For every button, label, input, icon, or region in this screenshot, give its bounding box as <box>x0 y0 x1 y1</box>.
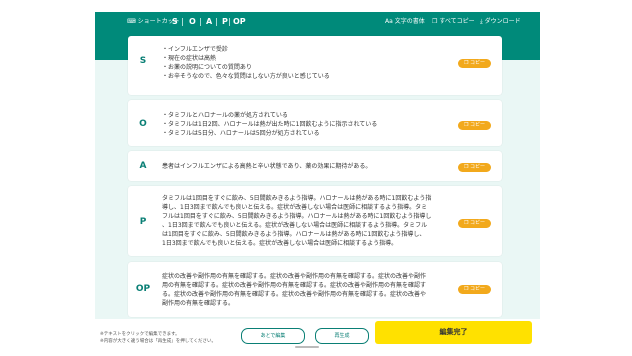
soap-card-a: A 患者はインフルエンザによる高熱と辛い状態であり、薬の効果に期待がある。 ❐ … <box>128 151 502 181</box>
regenerate-hint: ※内容が大きく違う場合は「再生成」を押してください。 <box>100 339 216 344</box>
edit-complete-button[interactable]: 編集完了 <box>375 321 532 344</box>
card-text-op[interactable]: 症状の改善や副作用の有無を確認する。症状の改善や副作用の有無を確認する。症状の改… <box>162 272 452 308</box>
card-text-o[interactable]: ・タミフルとハロナールの薬が処方されている ・タミフルは1日2回、ハロナールは熱… <box>162 111 452 138</box>
download-button[interactable]: ⤓ ダウンロード <box>480 12 521 32</box>
shortcut-o[interactable]: O <box>189 12 196 32</box>
card-letter: OP <box>135 284 151 294</box>
copy-button-a[interactable]: ❐ コピー <box>458 163 491 172</box>
copy-button-op[interactable]: ❐ コピー <box>458 285 491 294</box>
toolbar-divider <box>200 18 201 26</box>
copy-icon: ❐ <box>463 60 469 66</box>
copy-button-o[interactable]: ❐ コピー <box>458 121 491 130</box>
copy-icon: ❐ <box>463 220 469 226</box>
copy-all-button[interactable]: ❐ すべてコピー <box>432 12 475 32</box>
copy-icon: ❐ <box>463 164 469 170</box>
copy-icon: ❐ <box>432 18 438 25</box>
soap-card-p: P タミフルは1回目をすぐに飲み、5日間飲みきるよう指導。ハロナールは熱がある時… <box>128 186 502 256</box>
shortcut-p[interactable]: P <box>222 12 228 32</box>
drag-handle[interactable] <box>295 346 319 348</box>
text-size-icon: Aa <box>385 18 393 25</box>
regenerate-button[interactable]: 再生成 <box>315 328 369 344</box>
shortcut-a[interactable]: A <box>206 12 212 32</box>
copy-icon: ❐ <box>463 122 469 128</box>
copy-button-s[interactable]: ❐ コピー <box>458 59 491 68</box>
card-letter: O <box>139 119 147 129</box>
app-frame: ⌨ ショートカット S O A P OP Aa 文字の書体 ❐ すべてコピー ⤓… <box>95 12 540 348</box>
footer-bar: ※テキストをクリックで編集できます。 ※内容が大きく違う場合は「再生成」を押して… <box>95 319 540 348</box>
edit-later-button[interactable]: あとで編集 <box>241 328 305 344</box>
soap-card-op: OP 症状の改善や副作用の有無を確認する。症状の改善や副作用の有無を確認する。症… <box>128 262 502 317</box>
download-icon: ⤓ <box>480 18 483 25</box>
copy-button-p[interactable]: ❐ コピー <box>458 219 491 228</box>
toolbar-divider <box>229 18 230 26</box>
toolbar: ⌨ ショートカット S O A P OP Aa 文字の書体 ❐ すべてコピー ⤓… <box>95 12 540 32</box>
card-text-a[interactable]: 患者はインフルエンザによる高熱と辛い状態であり、薬の効果に期待がある。 <box>162 162 452 171</box>
card-text-s[interactable]: ・インフルエンザで受診 ・現在の症状は高熱 ・お薬の説明についての質問あり ・お… <box>162 45 452 81</box>
soap-card-s: S ・インフルエンザで受診 ・現在の症状は高熱 ・お薬の説明についての質問あり … <box>128 36 502 95</box>
shortcut-op[interactable]: OP <box>233 12 246 32</box>
soap-card-o: O ・タミフルとハロナールの薬が処方されている ・タミフルは1日2回、ハロナール… <box>128 100 502 146</box>
card-letter: S <box>139 56 147 66</box>
copy-icon: ❐ <box>463 286 469 292</box>
card-letter: P <box>139 217 147 227</box>
card-text-p[interactable]: タミフルは1回目をすぐに飲み、5日間飲みきるよう指導。ハロナールは熱がある時に1… <box>162 194 452 248</box>
card-letter: A <box>139 161 147 171</box>
font-size-button[interactable]: Aa 文字の書体 <box>385 12 425 32</box>
toolbar-divider <box>216 18 217 26</box>
toolbar-divider <box>182 18 183 26</box>
shortcut-s[interactable]: S <box>172 12 178 32</box>
keyboard-icon: ⌨ <box>127 18 136 25</box>
edit-hint: ※テキストをクリックで編集できます。 <box>100 332 180 337</box>
